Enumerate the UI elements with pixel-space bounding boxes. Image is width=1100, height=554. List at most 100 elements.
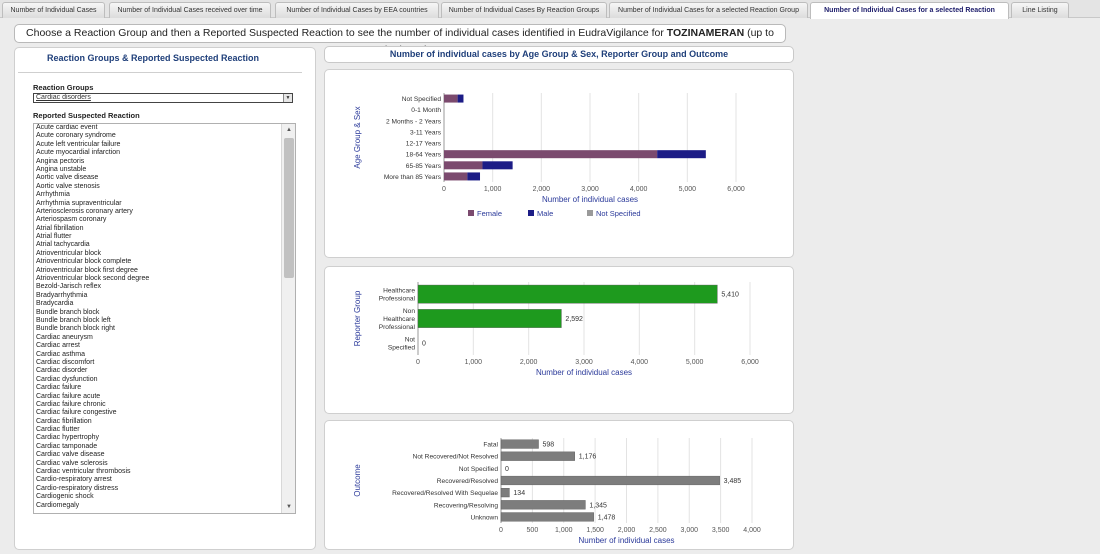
list-item[interactable]: Cardiac failure acute xyxy=(34,393,295,401)
list-item[interactable]: Cardio-respiratory arrest xyxy=(34,476,295,484)
x-tick-label: 2,000 xyxy=(533,186,551,193)
chevron-down-icon[interactable]: ▼ xyxy=(282,501,295,513)
reported-reaction-list[interactable]: Acute cardiac event Acute coronary syndro… xyxy=(33,123,296,514)
list-item[interactable]: Cardiac dysfunction xyxy=(34,376,295,384)
list-item[interactable]: Cardio-respiratory distress xyxy=(34,485,295,493)
list-item[interactable]: Angina unstable xyxy=(34,166,295,174)
bar-segment xyxy=(444,172,468,181)
tab-5[interactable]: Number of Individual Cases for a selecte… xyxy=(609,2,808,18)
legend-label: Female xyxy=(477,209,502,218)
chevron-down-icon[interactable]: ▼ xyxy=(283,94,292,102)
list-item[interactable]: Cardiac discomfort xyxy=(34,359,295,367)
x-tick-label: 3,000 xyxy=(575,359,593,366)
x-tick-label: 0 xyxy=(442,186,446,193)
list-item[interactable]: Cardiomegaly xyxy=(34,502,295,510)
bar xyxy=(417,309,562,328)
list-item[interactable]: Cardiac valve disease xyxy=(34,451,295,459)
outcome-chart-panel: 0 500 1,000 1,500 2,000 2,500 3,000 3,500 4,000 F… xyxy=(324,420,794,550)
x-axis-title: Number of individual cases xyxy=(536,368,632,377)
list-item[interactable]: Atrioventricular block complete xyxy=(34,258,295,266)
data-label: 1,176 xyxy=(579,454,597,461)
x-tick-label: 2,500 xyxy=(649,527,667,534)
data-label: 2,592 xyxy=(565,316,583,323)
list-item[interactable]: Cardiac failure congestive xyxy=(34,409,295,417)
list-item[interactable]: Bezold-Jarisch reflex xyxy=(34,283,295,291)
x-axis-title: Number of individual cases xyxy=(542,195,638,204)
tab-1[interactable]: Number of Individual Cases xyxy=(2,2,105,18)
list-item[interactable]: Acute coronary syndrome xyxy=(34,132,295,140)
list-item[interactable]: Atrioventricular block first degree xyxy=(34,267,295,275)
list-item[interactable]: Cardiac asthma xyxy=(34,351,295,359)
tab-2[interactable]: Number of Individual Cases received over… xyxy=(109,2,271,18)
list-item[interactable]: Atrial tachycardia xyxy=(34,241,295,249)
x-axis-title: Number of individual cases xyxy=(578,536,674,545)
list-item[interactable]: Aortic valve stenosis xyxy=(34,183,295,191)
bar xyxy=(500,500,586,510)
legend-swatch xyxy=(528,210,534,216)
x-tick-label: 4,000 xyxy=(630,186,648,193)
reporter-chart-panel: 0 1,000 2,000 3,000 4,000 5,000 6,000 Healthcar… xyxy=(324,266,794,414)
list-item[interactable]: Acute cardiac event xyxy=(34,124,295,132)
list-item[interactable]: Cardiogenic shock xyxy=(34,493,295,501)
list-item[interactable]: Arrhythmia supraventricular xyxy=(34,200,295,208)
bar-segment xyxy=(657,150,706,159)
list-item[interactable]: Aortic valve disease xyxy=(34,174,295,182)
list-item[interactable]: Cardiac hypertrophy xyxy=(34,434,295,442)
list-item[interactable]: Bradycardia xyxy=(34,300,295,308)
bar-segment xyxy=(457,94,464,103)
list-item[interactable]: Cardiac flutter xyxy=(34,426,295,434)
tab-7[interactable]: Line Listing xyxy=(1011,2,1069,18)
list-item[interactable]: Arteriosclerosis coronary artery xyxy=(34,208,295,216)
age-sex-chart-panel: 0 1,000 2,000 3,000 4,000 5,000 6,000 Not Speci… xyxy=(324,69,794,258)
list-item[interactable]: Atrial flutter xyxy=(34,233,295,241)
list-item[interactable]: Cardiac arrest xyxy=(34,342,295,350)
y-tick-label: Recovering/Resolving xyxy=(434,502,498,509)
list-item[interactable]: Acute myocardial infarction xyxy=(34,149,295,157)
x-tick-label: 2,000 xyxy=(520,359,538,366)
x-tick-label: 2,000 xyxy=(618,527,636,534)
list-item[interactable]: Bundle branch block right xyxy=(34,325,295,333)
list-item[interactable]: Acute left ventricular failure xyxy=(34,141,295,149)
list-scrollbar[interactable]: ▲ ▼ xyxy=(281,124,295,513)
y-tick-label: Healthcare Professional xyxy=(379,288,416,303)
tab-3[interactable]: Number of Individual Cases by EEA countr… xyxy=(275,2,439,18)
list-item[interactable]: Cardiac aneurysm xyxy=(34,334,295,342)
list-item[interactable]: Arteriospasm coronary xyxy=(34,216,295,224)
reaction-groups-select[interactable]: Cardiac disorders ▼ xyxy=(33,93,293,103)
y-axis-title: Outcome xyxy=(353,464,362,497)
list-item[interactable]: Angina pectoris xyxy=(34,158,295,166)
reaction-items: Acute cardiac event Acute coronary syndro… xyxy=(34,124,295,510)
list-item[interactable]: Atrioventricular block xyxy=(34,250,295,258)
list-item[interactable]: Cardiac valve sclerosis xyxy=(34,460,295,468)
list-item[interactable]: Bradyarrhythmia xyxy=(34,292,295,300)
data-label: 1,345 xyxy=(589,502,607,509)
legend-swatch xyxy=(587,210,593,216)
data-label: 598 xyxy=(543,442,555,449)
x-tick-label: 3,500 xyxy=(712,527,730,534)
legend-label: Not Specified xyxy=(596,209,641,218)
scroll-thumb[interactable] xyxy=(284,138,294,278)
list-item[interactable]: Cardiac failure chronic xyxy=(34,401,295,409)
list-item[interactable]: Cardiac failure xyxy=(34,384,295,392)
list-item[interactable]: Bundle branch block xyxy=(34,309,295,317)
x-tick-label: 4,000 xyxy=(743,527,761,534)
list-item[interactable]: Cardiac tamponade xyxy=(34,443,295,451)
bar xyxy=(500,451,575,461)
product-name: TOZINAMERAN xyxy=(666,27,745,39)
list-item[interactable]: Atrial fibrillation xyxy=(34,225,295,233)
bar xyxy=(500,475,720,486)
y-tick-label: Recovered/Resolved With Sequelae xyxy=(392,490,498,497)
list-item[interactable]: Cardiac fibrillation xyxy=(34,418,295,426)
list-item[interactable]: Cardiac disorder xyxy=(34,367,295,375)
x-tick-label: 3,000 xyxy=(680,527,698,534)
chevron-up-icon[interactable]: ▲ xyxy=(282,124,295,136)
tab-6[interactable]: Number of Individual Cases for a selecte… xyxy=(810,2,1009,19)
panel-title: Reaction Groups & Reported Suspected Rea… xyxy=(46,53,260,63)
charts-header: Number of individual cases by Age Group … xyxy=(324,46,794,63)
list-item[interactable]: Bundle branch block left xyxy=(34,317,295,325)
y-tick-label: 2 Months - 2 Years xyxy=(386,118,442,125)
list-item[interactable]: Atrioventricular block second degree xyxy=(34,275,295,283)
list-item[interactable]: Arrhythmia xyxy=(34,191,295,199)
list-item[interactable]: Cardiac ventricular thrombosis xyxy=(34,468,295,476)
tab-4[interactable]: Number of Individual Cases By Reaction G… xyxy=(441,2,607,18)
